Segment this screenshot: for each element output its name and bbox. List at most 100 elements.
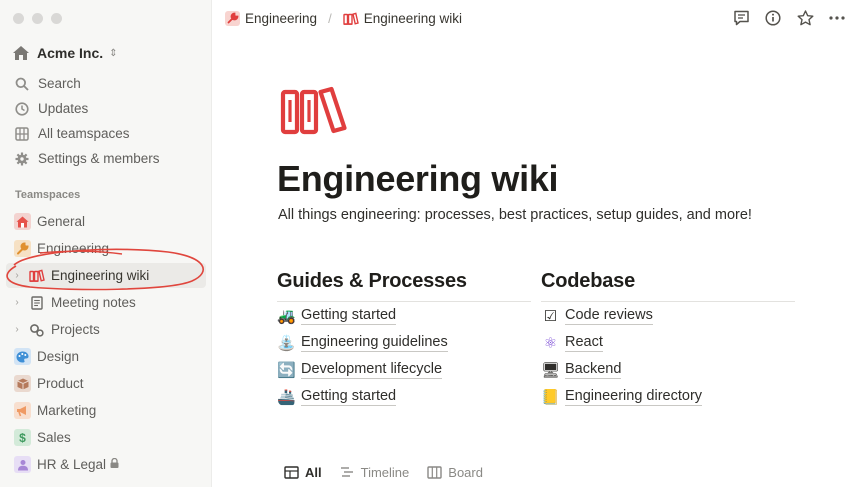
search-icon [14, 76, 30, 92]
chevron-right-icon[interactable]: › [12, 324, 22, 335]
link-label: Development lifecycle [301, 360, 443, 379]
teamspace-sales[interactable]: $ Sales [6, 425, 206, 450]
sidebar-item-projects[interactable]: › Projects [6, 317, 206, 342]
minimize-window-button[interactable] [32, 13, 43, 24]
teamspace-label: Engineering [37, 241, 110, 256]
workspace-name: Acme Inc. [37, 45, 104, 61]
books-icon [28, 267, 45, 284]
view-tabs: All Timeline Board [284, 461, 483, 483]
books-icon [342, 10, 359, 26]
nav-label: Updates [38, 101, 89, 116]
board-icon [427, 465, 442, 480]
box-icon [14, 375, 31, 392]
nav-settings[interactable]: Settings & members [6, 146, 206, 171]
nav-label: All teamspaces [38, 126, 130, 141]
monitor-icon: 🖥 [540, 361, 561, 379]
link-backend[interactable]: 🖥 Backend [541, 356, 795, 383]
palette-icon [14, 348, 31, 365]
teamspace-design[interactable]: Design [6, 344, 206, 369]
page-description[interactable]: All things engineering: processes, best … [278, 207, 752, 223]
star-icon [797, 10, 813, 26]
comments-button[interactable] [731, 8, 751, 28]
link-react[interactable]: ⚛ React [541, 329, 795, 356]
ship-icon: 🚢 [277, 388, 296, 406]
close-window-button[interactable] [13, 13, 24, 24]
teamspace-label: Design [37, 349, 80, 364]
info-button[interactable] [763, 8, 783, 28]
tractor-icon: 🚜 [277, 307, 296, 325]
link-label: Code reviews [565, 306, 653, 325]
nav-search[interactable]: Search [6, 71, 206, 96]
teamspace-product[interactable]: Product [6, 371, 206, 396]
tab-label: Board [448, 464, 483, 480]
link-label: Backend [565, 360, 622, 379]
column-heading[interactable]: Guides & Processes [277, 270, 531, 302]
link-label: Getting started [301, 387, 397, 406]
link-label: Getting started [301, 306, 397, 325]
books-icon[interactable] [280, 86, 348, 136]
column-heading[interactable]: Codebase [541, 270, 795, 302]
column-codebase: Codebase ☑ Code reviews ⚛ React 🖥 Backen… [541, 270, 795, 410]
window-controls [13, 13, 62, 24]
teamspace-marketing[interactable]: Marketing [6, 398, 206, 423]
tab-timeline[interactable]: Timeline [340, 461, 409, 483]
person-icon [14, 456, 31, 473]
workspace-switcher[interactable]: Acme Inc. ⇕ [12, 42, 118, 64]
link-label: React [565, 333, 603, 352]
more-icon [829, 16, 845, 20]
link-label: Engineering directory [565, 387, 703, 406]
tab-label: All [305, 464, 322, 480]
link-getting-started[interactable]: 🚜 Getting started [277, 302, 531, 329]
more-button[interactable] [827, 8, 847, 28]
teamspace-engineering[interactable]: Engineering [6, 236, 206, 261]
house-icon [14, 213, 31, 230]
cycle-icon: 🔄 [277, 361, 296, 379]
megaphone-icon [14, 402, 31, 419]
link-engineering-directory[interactable]: 📒 Engineering directory [541, 383, 795, 410]
teamspace-label: General [37, 214, 86, 229]
table-icon [284, 465, 299, 480]
favorite-button[interactable] [795, 8, 815, 28]
document-icon [28, 294, 45, 311]
folder-icon: 📒 [541, 388, 560, 406]
link-code-reviews[interactable]: ☑ Code reviews [541, 302, 795, 329]
page-title[interactable]: Engineering wiki [277, 158, 559, 200]
teamspace-hr-legal[interactable]: HR & Legal [6, 452, 206, 477]
house-icon [12, 44, 30, 62]
chevron-updown-icon: ⇕ [109, 47, 118, 59]
breadcrumb: Engineering / Engineering wiki [224, 10, 462, 26]
lock-icon [110, 457, 119, 471]
link-engineering-guidelines[interactable]: ⛲ Engineering guidelines [277, 329, 531, 356]
breadcrumb-engineering[interactable]: Engineering [245, 11, 317, 26]
tab-board[interactable]: Board [427, 461, 483, 483]
teamspace-label: Projects [51, 322, 100, 337]
tab-all[interactable]: All [284, 461, 322, 483]
nav-updates[interactable]: Updates [6, 96, 206, 121]
nav-all-teamspaces[interactable]: All teamspaces [6, 121, 206, 146]
nav-label: Settings & members [38, 151, 160, 166]
dollar-icon: $ [14, 429, 31, 446]
breadcrumb-engineering-wiki[interactable]: Engineering wiki [364, 11, 462, 26]
maximize-window-button[interactable] [51, 13, 62, 24]
checkbox-icon: ☑ [543, 307, 558, 325]
info-icon [765, 10, 781, 26]
grid-icon [14, 126, 30, 142]
teamspace-label: HR & Legal [37, 457, 107, 472]
breadcrumb-separator: / [328, 10, 332, 26]
teamspace-label: Engineering wiki [51, 268, 150, 283]
sidebar: Acme Inc. ⇕ Search Updates All teamspace… [0, 0, 212, 487]
column-guides-processes: Guides & Processes 🚜 Getting started ⛲ E… [277, 270, 531, 410]
link-getting-started-2[interactable]: 🚢 Getting started [277, 383, 531, 410]
gears-icon [28, 321, 45, 338]
top-bar: Engineering / Engineering wiki [212, 0, 859, 36]
clock-icon [14, 101, 30, 117]
teamspace-general[interactable]: General [6, 209, 206, 234]
chevron-right-icon[interactable]: › [12, 297, 22, 308]
teamspace-label: Meeting notes [51, 295, 136, 310]
link-development-lifecycle[interactable]: 🔄 Development lifecycle [277, 356, 531, 383]
comment-icon [733, 10, 749, 26]
sidebar-item-engineering-wiki[interactable]: › Engineering wiki [6, 263, 206, 288]
sidebar-item-meeting-notes[interactable]: › Meeting notes [6, 290, 206, 315]
chevron-right-icon[interactable]: › [12, 270, 22, 281]
timeline-icon [340, 465, 355, 480]
